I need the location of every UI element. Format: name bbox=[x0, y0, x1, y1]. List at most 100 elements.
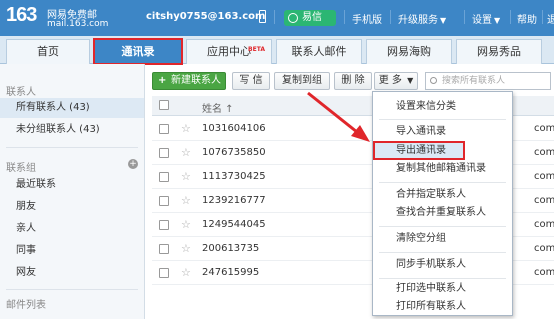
upgrade-service-link[interactable]: 升级服务 ▼ bbox=[398, 11, 446, 26]
more-label: 更 多 bbox=[378, 75, 402, 86]
row-checkbox[interactable] bbox=[159, 124, 169, 134]
contact-email-suffix: com bbox=[534, 195, 554, 206]
add-group-icon[interactable]: + bbox=[128, 159, 138, 169]
menu-item-copy-other-mailbox[interactable]: 复制其他邮箱通讯录 bbox=[373, 159, 512, 178]
sidebar-section-groups: 联系组 bbox=[6, 163, 36, 174]
chevron-down-icon: ▼ bbox=[494, 16, 501, 25]
menu-item-print-selected[interactable]: 打印选中联系人 bbox=[373, 279, 512, 298]
more-dropdown-menu: 设置来信分类 导入通讯录 导出通讯录 复制其他邮箱通讯录 合并指定联系人 查找合… bbox=[372, 91, 513, 316]
contact-email-suffix: com bbox=[534, 267, 554, 278]
star-icon[interactable]: ☆ bbox=[181, 146, 191, 159]
contact-name[interactable]: 200613735 bbox=[202, 243, 259, 254]
menu-item-sync-phone-contacts[interactable]: 同步手机联系人 bbox=[373, 255, 512, 274]
star-icon[interactable]: ☆ bbox=[181, 266, 191, 279]
header-divider bbox=[510, 10, 511, 24]
upgrade-service-label: 升级服务 bbox=[398, 15, 438, 26]
main-tab-bar: 首页 通讯录 应用中心 BETA 联系人邮件 网易海购 网易秀品 bbox=[0, 36, 554, 65]
sidebar-divider bbox=[6, 289, 138, 290]
menu-item-clear-empty-groups[interactable]: 清除空分组 bbox=[373, 229, 512, 248]
row-checkbox[interactable] bbox=[159, 172, 169, 182]
plus-icon: + bbox=[158, 75, 167, 86]
menu-item-export-contacts[interactable]: 导出通讯录 bbox=[373, 141, 465, 160]
menu-item-merge-contacts[interactable]: 合并指定联系人 bbox=[373, 185, 512, 204]
star-icon[interactable]: ☆ bbox=[181, 242, 191, 255]
write-mail-button[interactable]: 写 信 bbox=[232, 72, 270, 90]
star-icon[interactable]: ☆ bbox=[181, 218, 191, 231]
chevron-down-icon: ▼ bbox=[407, 76, 414, 85]
contact-name[interactable]: 1239216777 bbox=[202, 195, 266, 206]
menu-item-set-mail-category[interactable]: 设置来信分类 bbox=[373, 97, 512, 116]
select-all-checkbox[interactable] bbox=[159, 100, 169, 110]
header-divider bbox=[344, 10, 345, 24]
contact-email-suffix: com bbox=[534, 123, 554, 134]
yixin-icon bbox=[288, 13, 298, 23]
logo-domain: mail.163.com bbox=[47, 19, 109, 29]
help-link[interactable]: 帮助 bbox=[517, 11, 537, 26]
new-contact-button[interactable]: + 新建联系人 bbox=[152, 72, 226, 90]
row-checkbox[interactable] bbox=[159, 220, 169, 230]
more-button[interactable]: 更 多 ▼ bbox=[374, 72, 418, 90]
menu-divider bbox=[379, 119, 506, 120]
logout-link[interactable]: 退 bbox=[547, 11, 554, 26]
contact-search-input[interactable]: 搜索所有联系人 bbox=[425, 72, 551, 90]
sidebar-item-colleagues[interactable]: 同事 bbox=[0, 241, 144, 261]
tab-contacts[interactable]: 通讯录 bbox=[93, 38, 183, 65]
tab-netease-haigou[interactable]: 网易海购 bbox=[366, 39, 452, 64]
name-column-header[interactable]: 姓名 ↑ bbox=[202, 100, 234, 115]
sidebar-item-all-contacts[interactable]: 所有联系人 (43) bbox=[0, 98, 144, 118]
header-divider bbox=[390, 10, 391, 24]
yixin-button[interactable]: 易信 bbox=[284, 10, 336, 26]
menu-divider bbox=[379, 226, 506, 227]
tab-home[interactable]: 首页 bbox=[6, 39, 90, 64]
sidebar-item-netfriends[interactable]: 网友 bbox=[0, 263, 144, 283]
new-contact-label: 新建联系人 bbox=[171, 75, 221, 86]
star-icon[interactable]: ☆ bbox=[181, 122, 191, 135]
settings-link[interactable]: 设置 ▼ bbox=[472, 11, 500, 26]
tab-app-center-label: 应用中心 bbox=[207, 45, 251, 58]
contact-name[interactable]: 1113730425 bbox=[202, 171, 266, 182]
row-checkbox[interactable] bbox=[159, 244, 169, 254]
sidebar-item-family[interactable]: 亲人 bbox=[0, 219, 144, 239]
menu-item-print-all[interactable]: 打印所有联系人 bbox=[373, 297, 512, 316]
mobile-version-link[interactable]: 手机版 bbox=[352, 11, 382, 26]
contact-name[interactable]: 1076735850 bbox=[202, 147, 266, 158]
account-email[interactable]: citshy0755@163.com bbox=[146, 11, 265, 22]
contact-email-suffix: com bbox=[534, 243, 554, 254]
chevron-down-icon: ▼ bbox=[440, 16, 447, 25]
row-checkbox[interactable] bbox=[159, 196, 169, 206]
copy-to-group-button[interactable]: 复制到组 bbox=[274, 72, 330, 90]
row-checkbox[interactable] bbox=[159, 148, 169, 158]
header-divider bbox=[542, 10, 543, 24]
menu-item-import-contacts[interactable]: 导入通讯录 bbox=[373, 122, 512, 141]
settings-label: 设置 bbox=[472, 15, 492, 26]
contact-email-suffix: com bbox=[534, 147, 554, 158]
menu-divider bbox=[379, 252, 506, 253]
header-divider bbox=[274, 10, 275, 24]
tab-contact-mail[interactable]: 联系人邮件 bbox=[276, 39, 362, 64]
search-placeholder: 搜索所有联系人 bbox=[442, 76, 506, 86]
sidebar-item-friends[interactable]: 朋友 bbox=[0, 197, 144, 217]
top-header: 163 网易免费邮 mail.163.com citshy0755@163.co… bbox=[0, 0, 554, 36]
sidebar-item-recent[interactable]: 最近联系 bbox=[0, 175, 144, 195]
menu-divider bbox=[379, 182, 506, 183]
contact-name[interactable]: 1031604106 bbox=[202, 123, 266, 134]
logo[interactable]: 163 bbox=[6, 4, 37, 27]
beta-badge: BETA bbox=[248, 46, 265, 53]
tab-app-center[interactable]: 应用中心 BETA bbox=[186, 39, 272, 64]
contact-email-suffix: com bbox=[534, 219, 554, 230]
menu-item-find-duplicates[interactable]: 查找合并重复联系人 bbox=[373, 203, 512, 222]
sidebar-item-ungrouped[interactable]: 未分组联系人 (43) bbox=[0, 120, 144, 140]
contact-name[interactable]: 1249544045 bbox=[202, 219, 266, 230]
contact-name[interactable]: 247615995 bbox=[202, 267, 259, 278]
star-icon[interactable]: ☆ bbox=[181, 194, 191, 207]
star-icon[interactable]: ☆ bbox=[181, 170, 191, 183]
row-checkbox[interactable] bbox=[159, 268, 169, 278]
contact-email-suffix: com bbox=[534, 171, 554, 182]
yixin-label: 易信 bbox=[302, 12, 322, 23]
delete-button[interactable]: 删 除 bbox=[334, 72, 372, 90]
tab-netease-xiupin[interactable]: 网易秀品 bbox=[456, 39, 542, 64]
sidebar-section-contacts: 联系人 bbox=[6, 87, 36, 98]
sidebar-divider bbox=[6, 147, 138, 148]
search-icon bbox=[430, 77, 437, 84]
mobile-phone-icon[interactable] bbox=[259, 10, 266, 23]
